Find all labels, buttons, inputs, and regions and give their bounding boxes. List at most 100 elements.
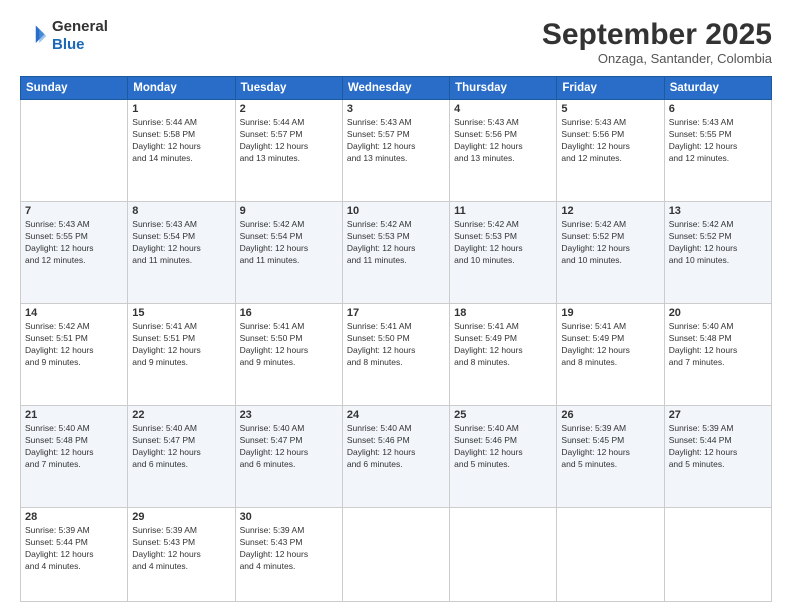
day-info: Sunrise: 5:44 AM Sunset: 5:58 PM Dayligh…: [132, 117, 230, 165]
day-info: Sunrise: 5:41 AM Sunset: 5:50 PM Dayligh…: [240, 321, 338, 369]
col-header-friday: Friday: [557, 77, 664, 100]
day-info: Sunrise: 5:42 AM Sunset: 5:53 PM Dayligh…: [347, 219, 445, 267]
calendar-cell: 14 Sunrise: 5:42 AM Sunset: 5:51 PM Dayli…: [21, 303, 128, 405]
calendar-cell: 7 Sunrise: 5:43 AM Sunset: 5:55 PM Daylig…: [21, 201, 128, 303]
day-info: Sunrise: 5:43 AM Sunset: 5:57 PM Dayligh…: [347, 117, 445, 165]
day-info: Sunrise: 5:43 AM Sunset: 5:55 PM Dayligh…: [25, 219, 123, 267]
calendar-cell: 26 Sunrise: 5:39 AM Sunset: 5:45 PM Dayli…: [557, 405, 664, 507]
calendar-week-row: 1 Sunrise: 5:44 AM Sunset: 5:58 PM Daylig…: [21, 100, 772, 202]
calendar-table: SundayMondayTuesdayWednesdayThursdayFrid…: [20, 76, 772, 602]
calendar-cell: 11Sunrise: 5:42 AM Sunset: 5:53 PM Dayli…: [450, 201, 557, 303]
day-number: 10: [347, 205, 445, 217]
day-info: Sunrise: 5:43 AM Sunset: 5:56 PM Dayligh…: [454, 117, 552, 165]
calendar-cell: 3 Sunrise: 5:43 AM Sunset: 5:57 PM Daylig…: [342, 100, 449, 202]
day-number: 26: [561, 409, 659, 421]
calendar-cell: [557, 507, 664, 601]
day-info: Sunrise: 5:41 AM Sunset: 5:51 PM Dayligh…: [132, 321, 230, 369]
day-number: 25: [454, 409, 552, 421]
day-info: Sunrise: 5:39 AM Sunset: 5:43 PM Dayligh…: [240, 525, 338, 573]
day-number: 20: [669, 307, 767, 319]
day-number: 17: [347, 307, 445, 319]
day-info: Sunrise: 5:39 AM Sunset: 5:44 PM Dayligh…: [25, 525, 123, 573]
day-number: 16: [240, 307, 338, 319]
day-info: Sunrise: 5:40 AM Sunset: 5:48 PM Dayligh…: [25, 423, 123, 471]
calendar-cell: [450, 507, 557, 601]
logo-text-blue: Blue: [52, 36, 108, 54]
header: General Blue September 2025 Onzaga, Sant…: [20, 18, 772, 66]
page: General Blue September 2025 Onzaga, Sant…: [0, 0, 792, 612]
day-number: 12: [561, 205, 659, 217]
day-info: Sunrise: 5:40 AM Sunset: 5:47 PM Dayligh…: [240, 423, 338, 471]
day-number: 23: [240, 409, 338, 421]
calendar-cell: 4 Sunrise: 5:43 AM Sunset: 5:56 PM Daylig…: [450, 100, 557, 202]
calendar-cell: 8 Sunrise: 5:43 AM Sunset: 5:54 PM Daylig…: [128, 201, 235, 303]
day-number: 22: [132, 409, 230, 421]
day-info: Sunrise: 5:40 AM Sunset: 5:48 PM Dayligh…: [669, 321, 767, 369]
col-header-tuesday: Tuesday: [235, 77, 342, 100]
calendar-cell: 24Sunrise: 5:40 AM Sunset: 5:46 PM Dayli…: [342, 405, 449, 507]
calendar-cell: [664, 507, 771, 601]
day-number: 5: [561, 103, 659, 115]
calendar-cell: 20 Sunrise: 5:40 AM Sunset: 5:48 PM Dayli…: [664, 303, 771, 405]
calendar-cell: 21 Sunrise: 5:40 AM Sunset: 5:48 PM Dayli…: [21, 405, 128, 507]
day-number: 14: [25, 307, 123, 319]
col-header-saturday: Saturday: [664, 77, 771, 100]
day-info: Sunrise: 5:41 AM Sunset: 5:49 PM Dayligh…: [561, 321, 659, 369]
calendar-cell: 17 Sunrise: 5:41 AM Sunset: 5:50 PM Dayli…: [342, 303, 449, 405]
day-info: Sunrise: 5:39 AM Sunset: 5:45 PM Dayligh…: [561, 423, 659, 471]
day-info: Sunrise: 5:39 AM Sunset: 5:43 PM Dayligh…: [132, 525, 230, 573]
day-number: 21: [25, 409, 123, 421]
day-info: Sunrise: 5:44 AM Sunset: 5:57 PM Dayligh…: [240, 117, 338, 165]
day-info: Sunrise: 5:42 AM Sunset: 5:54 PM Dayligh…: [240, 219, 338, 267]
col-header-monday: Monday: [128, 77, 235, 100]
col-header-thursday: Thursday: [450, 77, 557, 100]
calendar-cell: 22 Sunrise: 5:40 AM Sunset: 5:47 PM Dayli…: [128, 405, 235, 507]
calendar-cell: 19 Sunrise: 5:41 AM Sunset: 5:49 PM Dayli…: [557, 303, 664, 405]
day-info: Sunrise: 5:43 AM Sunset: 5:56 PM Dayligh…: [561, 117, 659, 165]
col-header-wednesday: Wednesday: [342, 77, 449, 100]
calendar-header-row: SundayMondayTuesdayWednesdayThursdayFrid…: [21, 77, 772, 100]
day-info: Sunrise: 5:42 AM Sunset: 5:51 PM Dayligh…: [25, 321, 123, 369]
calendar-cell: 15 Sunrise: 5:41 AM Sunset: 5:51 PM Dayli…: [128, 303, 235, 405]
calendar-cell: [342, 507, 449, 601]
day-number: 8: [132, 205, 230, 217]
calendar-cell: 28 Sunrise: 5:39 AM Sunset: 5:44 PM Dayli…: [21, 507, 128, 601]
day-number: 4: [454, 103, 552, 115]
day-number: 15: [132, 307, 230, 319]
calendar-cell: 30Sunrise: 5:39 AM Sunset: 5:43 PM Dayli…: [235, 507, 342, 601]
day-number: 19: [561, 307, 659, 319]
day-info: Sunrise: 5:40 AM Sunset: 5:46 PM Dayligh…: [347, 423, 445, 471]
day-number: 11: [454, 205, 552, 217]
day-info: Sunrise: 5:39 AM Sunset: 5:44 PM Dayligh…: [669, 423, 767, 471]
day-number: 9: [240, 205, 338, 217]
calendar-cell: [21, 100, 128, 202]
calendar-cell: 10 Sunrise: 5:42 AM Sunset: 5:53 PM Dayli…: [342, 201, 449, 303]
calendar-cell: 2Sunrise: 5:44 AM Sunset: 5:57 PM Daylig…: [235, 100, 342, 202]
logo: General Blue: [20, 18, 108, 54]
day-number: 3: [347, 103, 445, 115]
day-number: 28: [25, 511, 123, 523]
calendar-week-row: 7 Sunrise: 5:43 AM Sunset: 5:55 PM Daylig…: [21, 201, 772, 303]
day-info: Sunrise: 5:40 AM Sunset: 5:47 PM Dayligh…: [132, 423, 230, 471]
month-title: September 2025: [542, 18, 772, 51]
calendar-cell: 5 Sunrise: 5:43 AM Sunset: 5:56 PM Daylig…: [557, 100, 664, 202]
logo-icon: [20, 22, 48, 50]
calendar-week-row: 14 Sunrise: 5:42 AM Sunset: 5:51 PM Dayli…: [21, 303, 772, 405]
calendar-cell: 25 Sunrise: 5:40 AM Sunset: 5:46 PM Dayli…: [450, 405, 557, 507]
day-number: 7: [25, 205, 123, 217]
calendar-cell: 6Sunrise: 5:43 AM Sunset: 5:55 PM Daylig…: [664, 100, 771, 202]
day-info: Sunrise: 5:40 AM Sunset: 5:46 PM Dayligh…: [454, 423, 552, 471]
day-number: 6: [669, 103, 767, 115]
day-number: 18: [454, 307, 552, 319]
day-info: Sunrise: 5:43 AM Sunset: 5:54 PM Dayligh…: [132, 219, 230, 267]
calendar-cell: 23 Sunrise: 5:40 AM Sunset: 5:47 PM Dayli…: [235, 405, 342, 507]
calendar-week-row: 28 Sunrise: 5:39 AM Sunset: 5:44 PM Dayli…: [21, 507, 772, 601]
calendar-cell: 27Sunrise: 5:39 AM Sunset: 5:44 PM Dayli…: [664, 405, 771, 507]
calendar-cell: 9 Sunrise: 5:42 AM Sunset: 5:54 PM Daylig…: [235, 201, 342, 303]
calendar-cell: 13Sunrise: 5:42 AM Sunset: 5:52 PM Dayli…: [664, 201, 771, 303]
day-number: 1: [132, 103, 230, 115]
title-block: September 2025 Onzaga, Santander, Colomb…: [542, 18, 772, 66]
calendar-week-row: 21 Sunrise: 5:40 AM Sunset: 5:48 PM Dayli…: [21, 405, 772, 507]
day-info: Sunrise: 5:41 AM Sunset: 5:50 PM Dayligh…: [347, 321, 445, 369]
calendar-cell: 12Sunrise: 5:42 AM Sunset: 5:52 PM Dayli…: [557, 201, 664, 303]
